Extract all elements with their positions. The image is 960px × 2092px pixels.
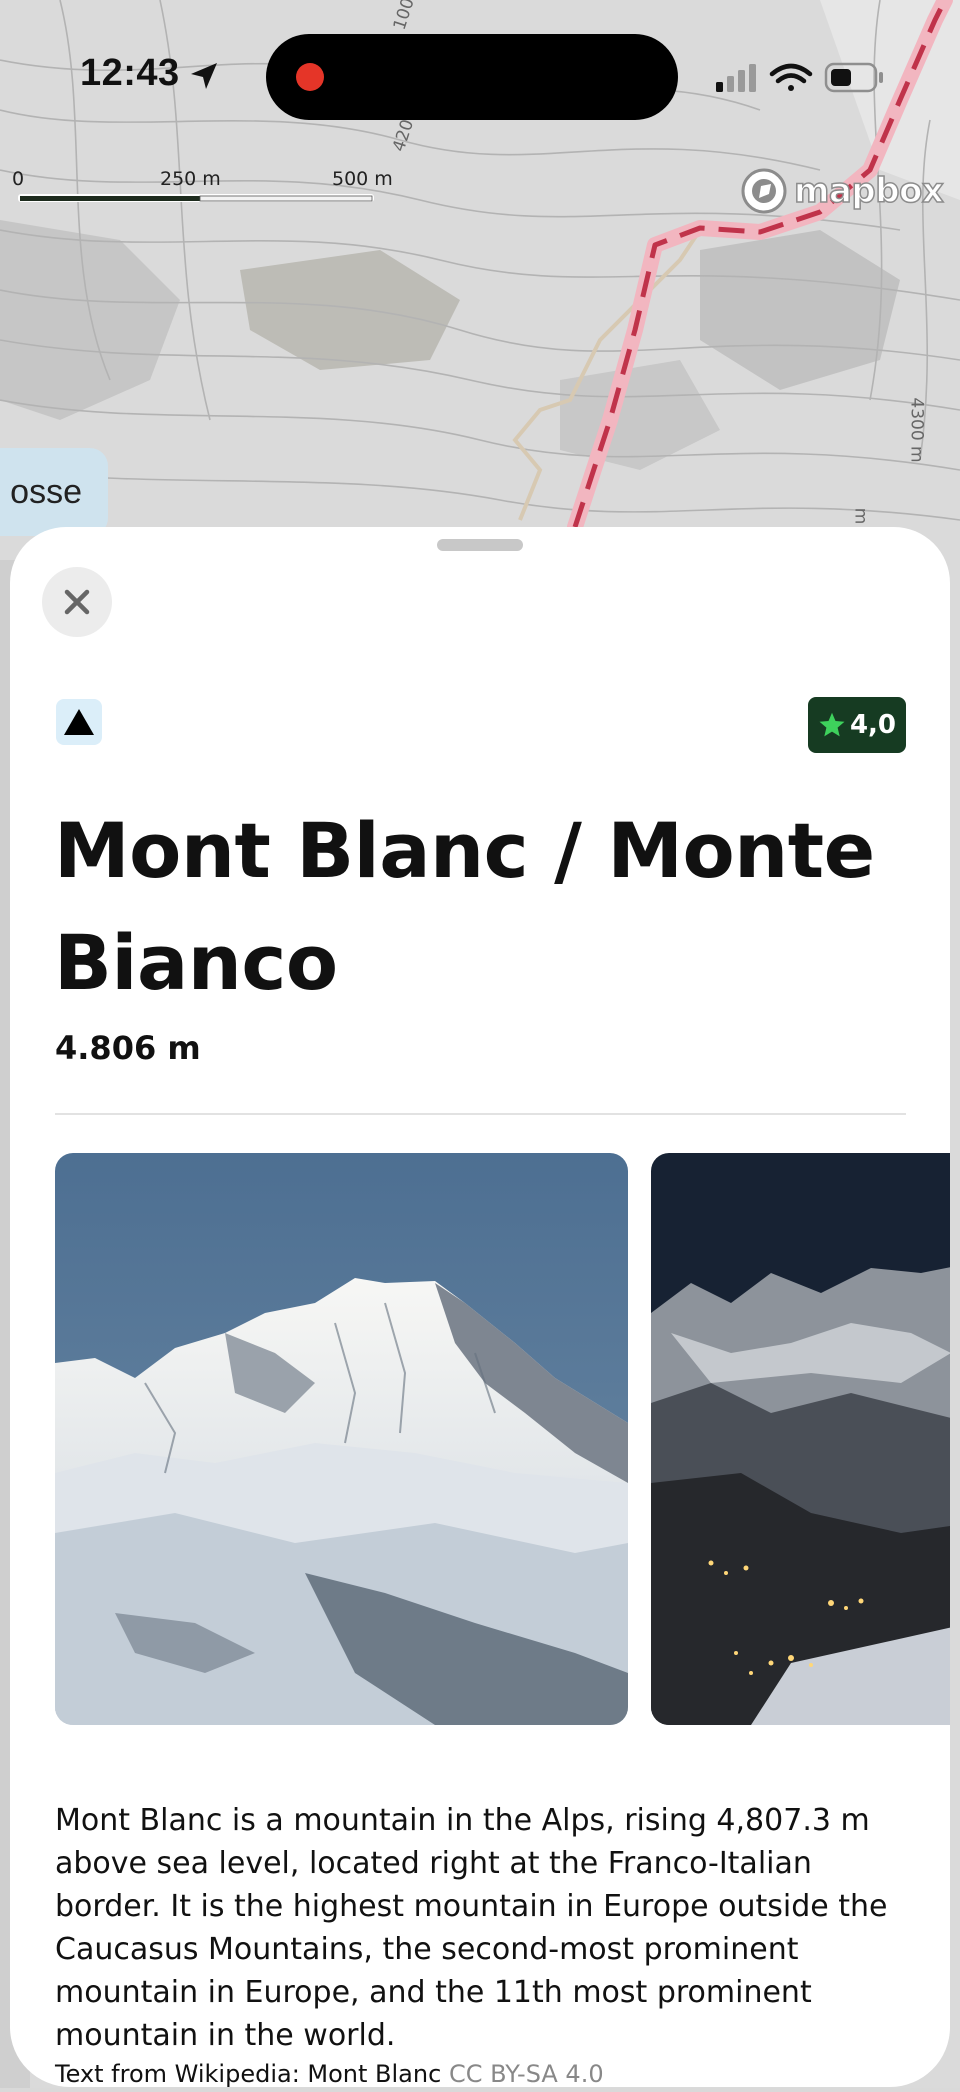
mapbox-logo-text: mapbox [793, 170, 944, 212]
category-badge [56, 699, 102, 745]
place-label-text: osse [10, 472, 82, 511]
mapbox-logo[interactable]: mapbox [740, 166, 945, 216]
rating-badge: 4,0 [808, 697, 906, 753]
status-icons [712, 58, 892, 98]
star-icon [819, 712, 845, 737]
status-time: 12:43 [80, 52, 180, 94]
rating-value: 4,0 [849, 710, 897, 740]
cellular-signal-icon [716, 64, 756, 92]
photo-mont-blanc-day[interactable] [55, 1153, 628, 1725]
photo-mont-blanc-night[interactable] [651, 1153, 950, 1725]
place-detail-sheet: 4,0 Mont Blanc / Monte Bianco 4.806 m Mo… [10, 527, 950, 2087]
close-icon [64, 589, 90, 615]
place-title: Mont Blanc / Monte Bianco [54, 806, 875, 1007]
scale-label-500: 500 m [332, 168, 393, 190]
location-arrow-icon [191, 63, 217, 89]
contour-label: m [850, 507, 871, 525]
sheet-grabber[interactable] [437, 539, 523, 551]
wifi-icon [769, 63, 813, 91]
dynamic-island [266, 34, 678, 120]
elevation: 4.806 m [55, 1029, 201, 1067]
contour-label: 4300 m [906, 397, 927, 463]
scale-label-0: 0 [12, 168, 25, 190]
battery-icon [824, 62, 883, 93]
wikipedia-attribution[interactable]: Text from Wikipedia: Mont Blanc CC BY-SA… [55, 2060, 604, 2087]
mapbox-logo-icon [741, 168, 787, 214]
scale-label-250: 250 m [160, 168, 221, 190]
divider [55, 1113, 906, 1115]
attribution-license[interactable]: CC BY-SA 4.0 [449, 2060, 604, 2087]
attribution-source[interactable]: Text from Wikipedia: Mont Blanc [55, 2060, 441, 2087]
place-description: Mont Blanc is a mountain in the Alps, ri… [55, 1803, 888, 2053]
map-place-label[interactable]: osse [0, 448, 108, 536]
close-button[interactable] [42, 567, 112, 637]
mountain-peak-icon [64, 709, 94, 735]
recording-dot-icon [296, 63, 324, 91]
